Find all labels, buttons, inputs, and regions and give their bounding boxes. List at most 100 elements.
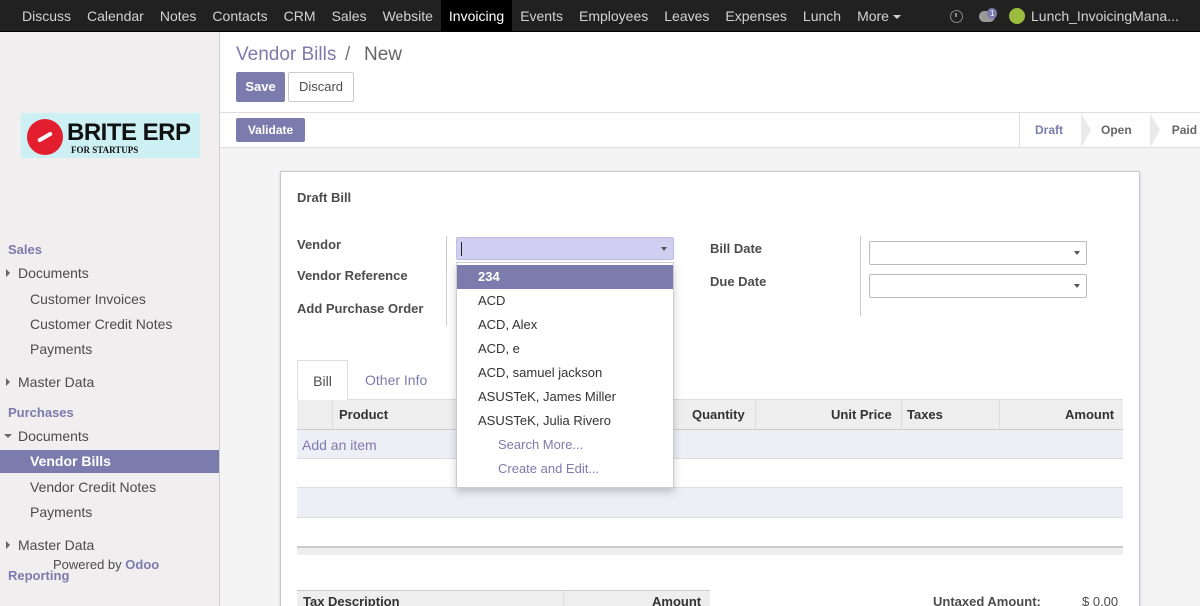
sidebar-item-vendor-bills[interactable]: Vendor Bills: [0, 450, 219, 473]
vendor-option[interactable]: ACD, samuel jackson: [457, 361, 673, 385]
tab-bill[interactable]: Bill: [297, 360, 348, 400]
expand-arrow-icon[interactable]: [6, 378, 10, 386]
chevron-down-icon[interactable]: [1074, 284, 1080, 288]
powered-by-brand[interactable]: Odoo: [125, 557, 159, 572]
stage-paid[interactable]: Paid: [1150, 113, 1200, 148]
column-tax-amount: Amount: [652, 594, 702, 606]
vendor-label: Vendor: [297, 237, 342, 252]
chevron-down-icon[interactable]: [1074, 251, 1080, 255]
company-logo: BRITE ERP FOR STARTUPS: [21, 113, 200, 158]
table-row: [297, 459, 1123, 488]
menu-lunch[interactable]: Lunch: [795, 0, 849, 32]
create-and-edit-option[interactable]: Create and Edit...: [457, 457, 673, 481]
tax-table-header: Tax Description Amount: [297, 590, 710, 606]
vendor-option[interactable]: ASUSTeK, James Miller: [457, 385, 673, 409]
menu-sales[interactable]: Sales: [324, 0, 375, 32]
expand-arrow-icon[interactable]: [6, 541, 10, 549]
systray: 1 Lunch_InvoicingMana...: [950, 0, 1179, 32]
sidebar-item-purchases-documents[interactable]: Documents: [18, 428, 89, 444]
invoice-lines-header: Product Quantity Unit Price Taxes Amount: [297, 400, 1123, 430]
form-title: Draft Bill: [297, 190, 352, 205]
menu-more-label: More: [857, 8, 889, 24]
untaxed-amount-value: $ 0.00: [1082, 594, 1119, 606]
add-item-link[interactable]: Add an item: [302, 437, 377, 453]
breadcrumb-separator: /: [345, 44, 351, 65]
vendor-option[interactable]: ASUSTeK, Julia Rivero: [457, 409, 673, 433]
tab-other-info[interactable]: Other Info: [365, 360, 427, 400]
chat-icon[interactable]: 1: [979, 7, 998, 22]
save-button[interactable]: Save: [236, 72, 285, 102]
notification-badge: 1: [987, 7, 998, 19]
add-purchase-order-label: Add Purchase Order: [297, 301, 424, 316]
bill-date-label: Bill Date: [710, 241, 763, 256]
menu-employees[interactable]: Employees: [571, 0, 656, 32]
stage-draft: Draft: [1020, 113, 1092, 148]
logo-mark-icon: [27, 119, 63, 155]
vendor-option[interactable]: ACD, e: [457, 337, 673, 361]
column-taxes[interactable]: Taxes: [907, 400, 943, 430]
sidebar-item-sales-documents[interactable]: Documents: [18, 265, 89, 281]
collapse-arrow-icon[interactable]: [4, 434, 12, 438]
column-tax-description: Tax Description: [303, 594, 400, 606]
breadcrumb-parent[interactable]: Vendor Bills: [236, 44, 336, 66]
validate-button[interactable]: Validate: [236, 118, 305, 142]
chevron-down-icon[interactable]: [661, 247, 667, 251]
powered-by-text: Powered by: [53, 557, 122, 572]
vendor-option[interactable]: ACD: [457, 289, 673, 313]
sidebar-item-sales-payments[interactable]: Payments: [30, 341, 92, 357]
column-quantity[interactable]: Quantity: [692, 400, 745, 430]
menu-leaves[interactable]: Leaves: [656, 0, 717, 32]
menu-discuss[interactable]: Discuss: [14, 0, 79, 32]
stage-open[interactable]: Open: [1081, 113, 1160, 148]
vendor-reference-label: Vendor Reference: [297, 268, 408, 283]
menu-expenses[interactable]: Expenses: [717, 0, 794, 32]
powered-by: Powered by Odoo: [53, 557, 159, 572]
discard-button[interactable]: Discard: [288, 72, 354, 102]
menu-contacts[interactable]: Contacts: [204, 0, 275, 32]
menu-calendar[interactable]: Calendar: [79, 0, 152, 32]
column-amount[interactable]: Amount: [1065, 400, 1114, 430]
logo-tagline: FOR STARTUPS: [71, 145, 139, 155]
column-unit-price[interactable]: Unit Price: [831, 400, 892, 430]
top-navbar: Discuss Calendar Notes Contacts CRM Sale…: [0, 0, 1200, 32]
logo-name: BRITE ERP: [67, 119, 191, 146]
caret-down-icon: [892, 15, 901, 20]
menu-crm[interactable]: CRM: [276, 0, 324, 32]
vendor-option[interactable]: ACD, Alex: [457, 313, 673, 337]
sidebar-item-purchases-payments[interactable]: Payments: [30, 504, 92, 520]
menu-notes[interactable]: Notes: [152, 0, 205, 32]
vendor-input[interactable]: [456, 237, 674, 260]
vendor-option[interactable]: 234: [457, 265, 673, 289]
add-item-row: Add an item: [297, 430, 1123, 459]
column-divider: [901, 400, 902, 430]
clock-icon[interactable]: [950, 9, 963, 23]
sidebar-item-sales-master-data[interactable]: Master Data: [18, 374, 94, 390]
vendor-autocomplete-dropdown: 234 ACD ACD, Alex ACD, e ACD, samuel jac…: [456, 262, 674, 488]
sidebar-item-vendor-credit-notes[interactable]: Vendor Credit Notes: [30, 479, 156, 495]
menu-more[interactable]: More: [849, 0, 909, 32]
field-divider: [446, 236, 447, 326]
untaxed-amount-label: Untaxed Amount:: [933, 594, 1041, 606]
column-product[interactable]: Product: [339, 400, 388, 430]
due-date-label: Due Date: [710, 274, 767, 289]
menu-events[interactable]: Events: [512, 0, 571, 32]
expand-arrow-icon[interactable]: [6, 269, 10, 277]
search-more-option[interactable]: Search More...: [457, 433, 673, 457]
field-divider: [860, 236, 861, 316]
table-row: [297, 488, 1123, 518]
user-menu[interactable]: Lunch_InvoicingMana...: [1031, 8, 1179, 24]
sidebar-header-purchases[interactable]: Purchases: [8, 405, 74, 420]
sidebar-header-sales[interactable]: Sales: [8, 242, 42, 257]
due-date-input[interactable]: [869, 274, 1087, 298]
sidebar-item-customer-credit-notes[interactable]: Customer Credit Notes: [30, 316, 172, 332]
user-avatar[interactable]: [1009, 8, 1025, 24]
menu-website[interactable]: Website: [375, 0, 441, 32]
column-divider: [999, 400, 1000, 430]
control-panel: Vendor Bills / New Save Discard: [220, 32, 1200, 113]
bill-date-input[interactable]: [869, 241, 1087, 265]
sidebar-item-purchases-master-data[interactable]: Master Data: [18, 537, 94, 553]
menu-invoicing[interactable]: Invoicing: [440, 0, 513, 32]
breadcrumb-current: New: [364, 44, 403, 65]
status-stages: Draft Open Paid: [1019, 113, 1200, 148]
sidebar-item-customer-invoices[interactable]: Customer Invoices: [30, 291, 146, 307]
